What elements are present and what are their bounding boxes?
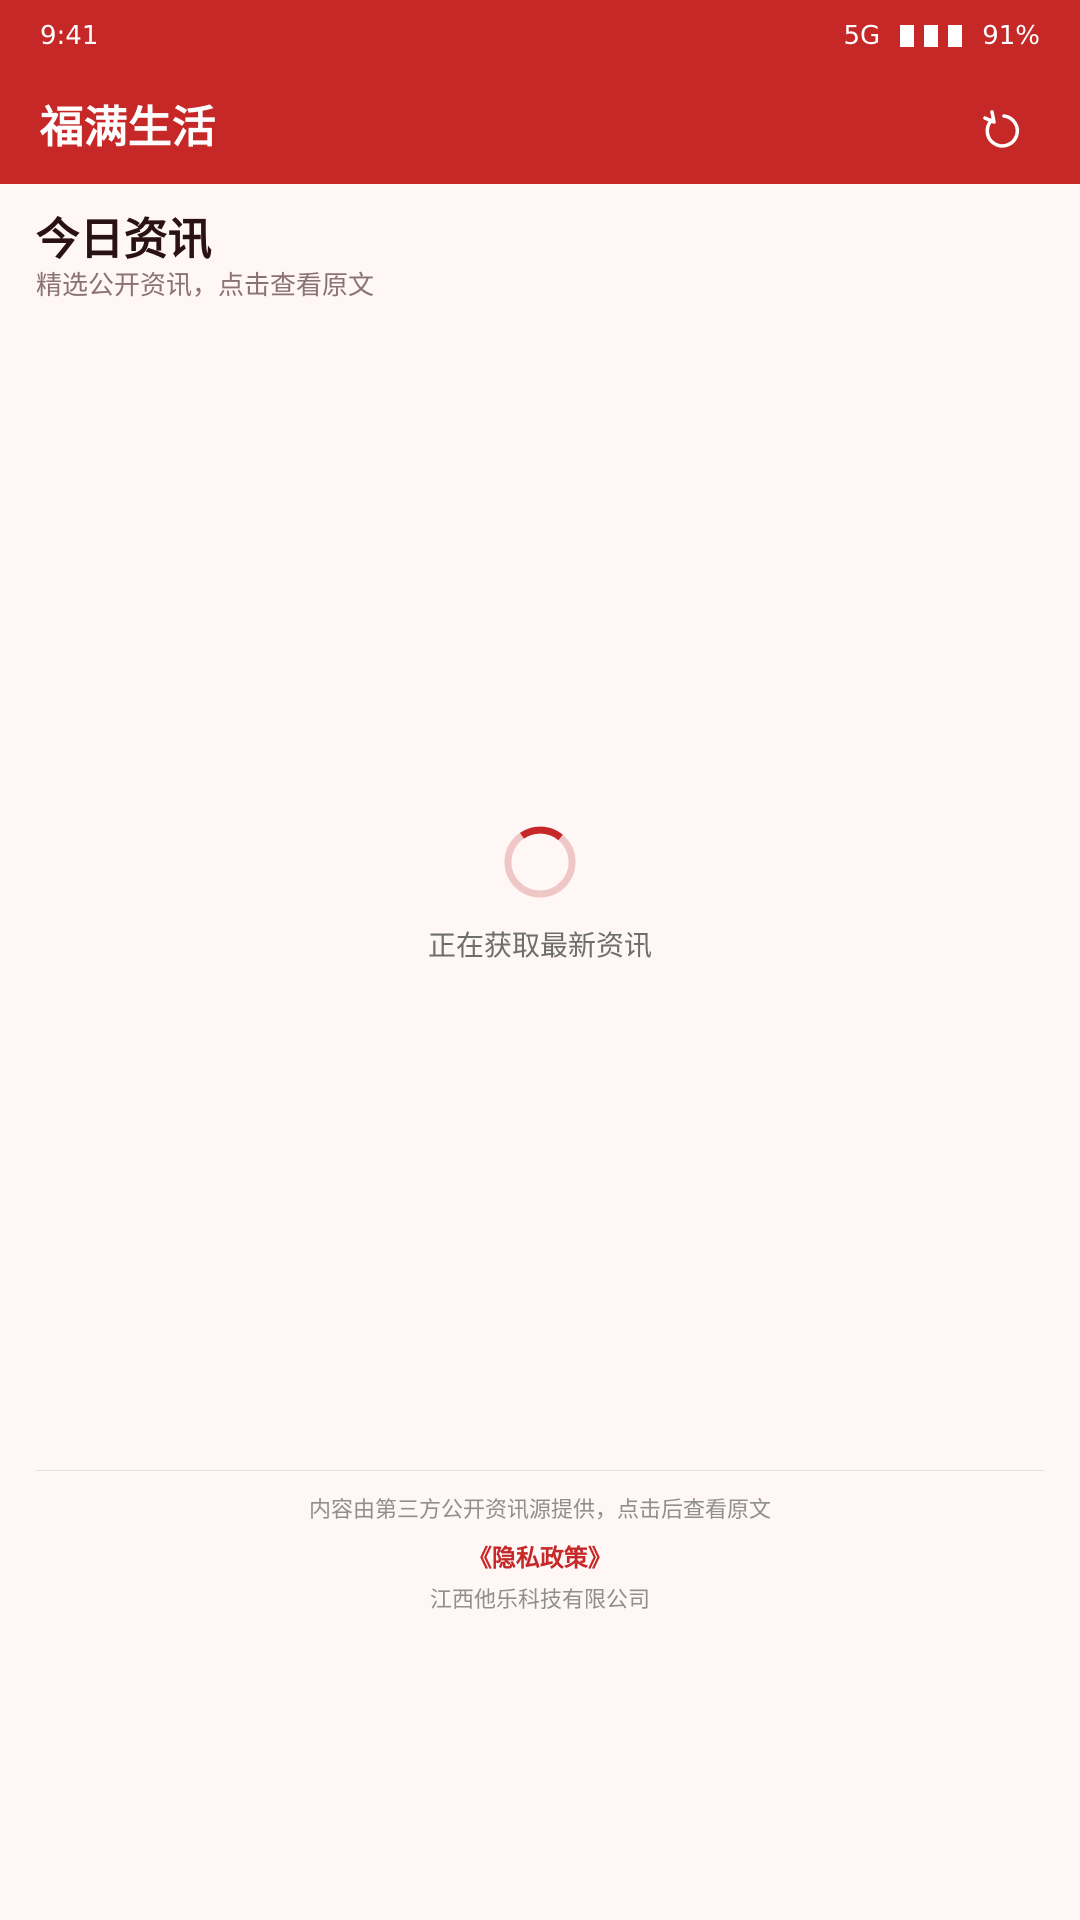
refresh-icon <box>983 110 1020 148</box>
loading-indicator: 正在获取最新资讯 <box>0 822 1080 966</box>
footer: 内容由第三方公开资讯源提供，点击后查看原文 《隐私政策》 江西他乐科技有限公司 <box>36 1470 1044 1617</box>
signal-icon <box>900 25 963 47</box>
loading-text: 正在获取最新资讯 <box>427 929 652 962</box>
refresh-button[interactable] <box>966 94 1040 168</box>
app-bar: 福满生活 <box>0 72 1080 184</box>
loading-spinner-icon <box>500 822 580 902</box>
battery-level: 91% <box>982 21 1040 51</box>
app-title: 福满生活 <box>40 102 216 153</box>
network-type: 5G <box>843 21 881 51</box>
section-subtitle: 精选公开资讯，点击查看原文 <box>36 271 375 301</box>
section-title: 今日资讯 <box>36 214 212 265</box>
status-time: 9:41 <box>40 21 99 51</box>
company-name: 江西他乐科技有限公司 <box>429 1588 650 1613</box>
section-header: 今日资讯 精选公开资讯，点击查看原文 <box>36 212 374 304</box>
status-indicators: 5G 91% <box>844 20 1041 52</box>
status-bar: 9:41 5G 91% <box>0 0 1080 72</box>
privacy-policy-link[interactable]: 《隐私政策》 <box>468 1541 612 1575</box>
source-note: 内容由第三方公开资讯源提供，点击后查看原文 <box>308 1498 771 1523</box>
